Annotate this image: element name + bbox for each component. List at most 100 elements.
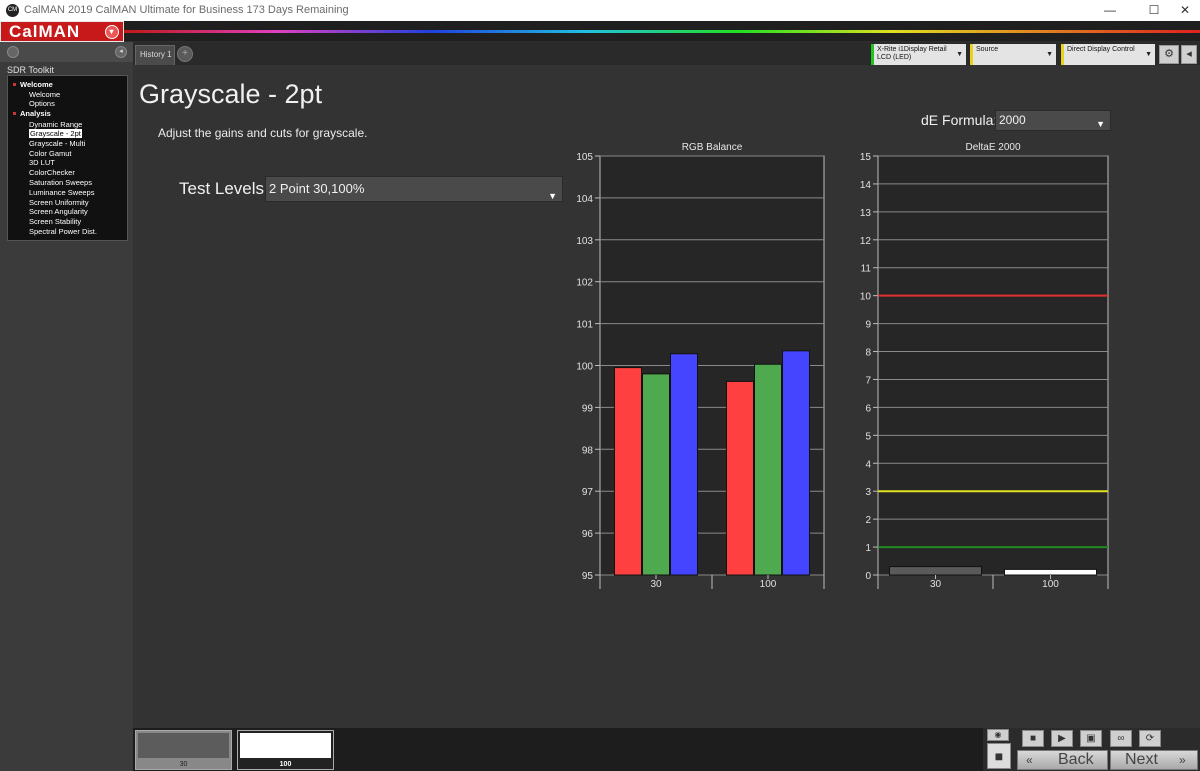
tree-item-color-gamut[interactable]: Color Gamut [29,149,72,158]
tree-item-grayscale-multi[interactable]: Grayscale - Multi [29,139,85,148]
control-panel: ◉ ■ ■ ▶ ▣ ∞ ⟳ « Back Next » [983,728,1200,771]
save-icon[interactable]: ▣ [1080,730,1102,747]
y-tick-label: 100 [576,362,593,373]
y-tick-label: 14 [860,180,872,191]
tree-item-saturation-sweeps[interactable]: Saturation Sweeps [29,178,92,187]
window-titlebar: CM CalMAN 2019 CalMAN Ultimate for Busin… [0,0,1200,21]
rgb-balance-chart: RGB Balance 95 96 97 98 99 100 101 102 103 104 105 3… [576,142,825,590]
y-tick-label: 5 [865,431,871,442]
tab-bar: History 1 + X-Rite i1Display Retail LCD … [133,42,1200,65]
tree-item-spectral-power[interactable]: Spectral Power Dist. [29,227,97,236]
tree-item-welcome[interactable]: Welcome [29,90,60,99]
y-tick-label: 103 [576,236,593,247]
y-tick-label: 13 [860,208,872,219]
refresh-icon[interactable]: ⟳ [1139,730,1161,747]
source-selector[interactable]: Source ▼ [970,44,1056,65]
stop-icon[interactable]: ■ [1022,730,1044,747]
settings-gear-icon[interactable]: ⚙ [1159,45,1179,64]
rgb-bar [642,373,670,576]
y-tick-label: 9 [865,320,871,331]
plot-area [877,155,1109,576]
close-button[interactable]: ✕ [1170,2,1200,19]
y-tick-label: 7 [865,375,871,386]
tree-item-screen-uniformity[interactable]: Screen Uniformity [29,198,89,207]
y-tick-label: 95 [582,571,594,582]
sidebar-collapse-icon[interactable]: ◂ [115,46,127,58]
swatch-thumbnail[interactable]: 100 [237,730,334,770]
tree-item-dynamic-range[interactable]: Dynamic Range [29,120,82,129]
tree-item-options[interactable]: Options [29,99,55,108]
eye-icon[interactable]: ◉ [987,729,1009,741]
rgb-bar [670,353,698,576]
tab-history-1[interactable]: History 1 [135,45,175,65]
y-tick-label: 97 [582,487,594,498]
collapse-panel-icon[interactable]: ◂ [1181,45,1197,64]
main-panel: Grayscale - 2pt Adjust the gains and cut… [133,65,1200,728]
source-name: Source [976,46,999,53]
chevron-down-icon: ▼ [1046,51,1053,58]
maximize-button[interactable]: ☐ [1139,2,1169,19]
de-formula-label: dE Formula: [921,112,998,128]
back-button[interactable]: « Back [1017,750,1108,770]
y-tick-label: 96 [582,529,594,540]
instructions-text: Adjust the gains and cuts for grayscale. [158,126,368,140]
tree-group-analysis[interactable]: Analysis [20,109,51,118]
next-arrow-icon: » [1179,753,1186,767]
tree-bullet-icon [13,112,16,115]
sidebar-header: ◂ [0,42,133,62]
y-tick-label: 99 [582,403,594,414]
stop-button[interactable]: ■ [987,743,1011,769]
tree-item-3d-lut[interactable]: 3D LUT [29,158,55,167]
swatch-label: 30 [179,761,188,768]
y-tick-label: 104 [576,194,593,205]
chevron-down-icon: ▼ [1145,51,1152,58]
rgb-bar [614,367,642,576]
deltae-bar [889,566,982,576]
rgb-bar [726,380,754,576]
page-title: Grayscale - 2pt [139,79,323,109]
rainbow-strip [124,30,1200,33]
calman-logo-menu[interactable]: CalMAN ▾ [0,21,124,42]
logo-text: CalMAN [9,22,81,41]
swatch-thumbnail[interactable]: 30 [135,730,232,770]
tree-item-screen-angularity[interactable]: Screen Angularity [29,207,88,216]
y-tick-label: 6 [865,403,871,414]
y-tick-label: 98 [582,445,594,456]
x-tick-label: 100 [1042,579,1059,590]
back-arrow-icon: « [1026,753,1033,767]
chevron-down-icon: ▼ [1096,119,1105,129]
next-button[interactable]: Next » [1110,750,1198,770]
y-tick-label: 1 [865,543,871,554]
next-label: Next [1125,751,1158,768]
rgb-bar [754,363,782,576]
tree-item-luminance-sweeps[interactable]: Luminance Sweeps [29,188,94,197]
de-formula-value: 2000 [999,113,1026,127]
chart-title: RGB Balance [682,142,743,153]
chevron-down-icon: ▾ [105,25,119,39]
tree-item-screen-stability[interactable]: Screen Stability [29,217,81,226]
window-title: CalMAN 2019 CalMAN Ultimate for Business… [24,4,349,16]
de-formula-dropdown[interactable]: 2000 ▼ [995,110,1111,131]
tree-group-welcome[interactable]: Welcome [20,80,53,89]
play-icon[interactable]: ▶ [1051,730,1073,747]
tree-item-colorchecker[interactable]: ColorChecker [29,168,75,177]
loop-icon[interactable]: ∞ [1110,730,1132,747]
test-levels-value: 2 Point 30,100% [269,181,365,196]
sidebar-title: SDR Toolkit [7,65,54,75]
meter-name: X-Rite i1Display Retail [877,46,947,53]
minimize-button[interactable]: — [1095,2,1125,19]
y-tick-label: 3 [865,487,871,498]
y-tick-label: 105 [576,152,593,163]
y-tick-label: 12 [860,236,872,247]
back-label: Back [1058,751,1094,768]
y-tick-label: 0 [865,571,871,582]
meter-selector[interactable]: X-Rite i1Display Retail LCD (LED) ▼ [871,44,966,65]
tree-item-grayscale-2pt[interactable]: Grayscale - 2pt [29,129,82,138]
test-levels-label: Test Levels: [179,179,269,198]
display-selector[interactable]: Direct Display Control ▼ [1061,44,1155,65]
add-tab-icon[interactable]: + [177,46,193,62]
chevron-down-icon: ▼ [548,191,557,201]
swatch-color [240,733,331,758]
sidebar-gear-icon[interactable] [7,46,19,58]
test-levels-dropdown[interactable]: 2 Point 30,100% ▼ [265,176,563,202]
